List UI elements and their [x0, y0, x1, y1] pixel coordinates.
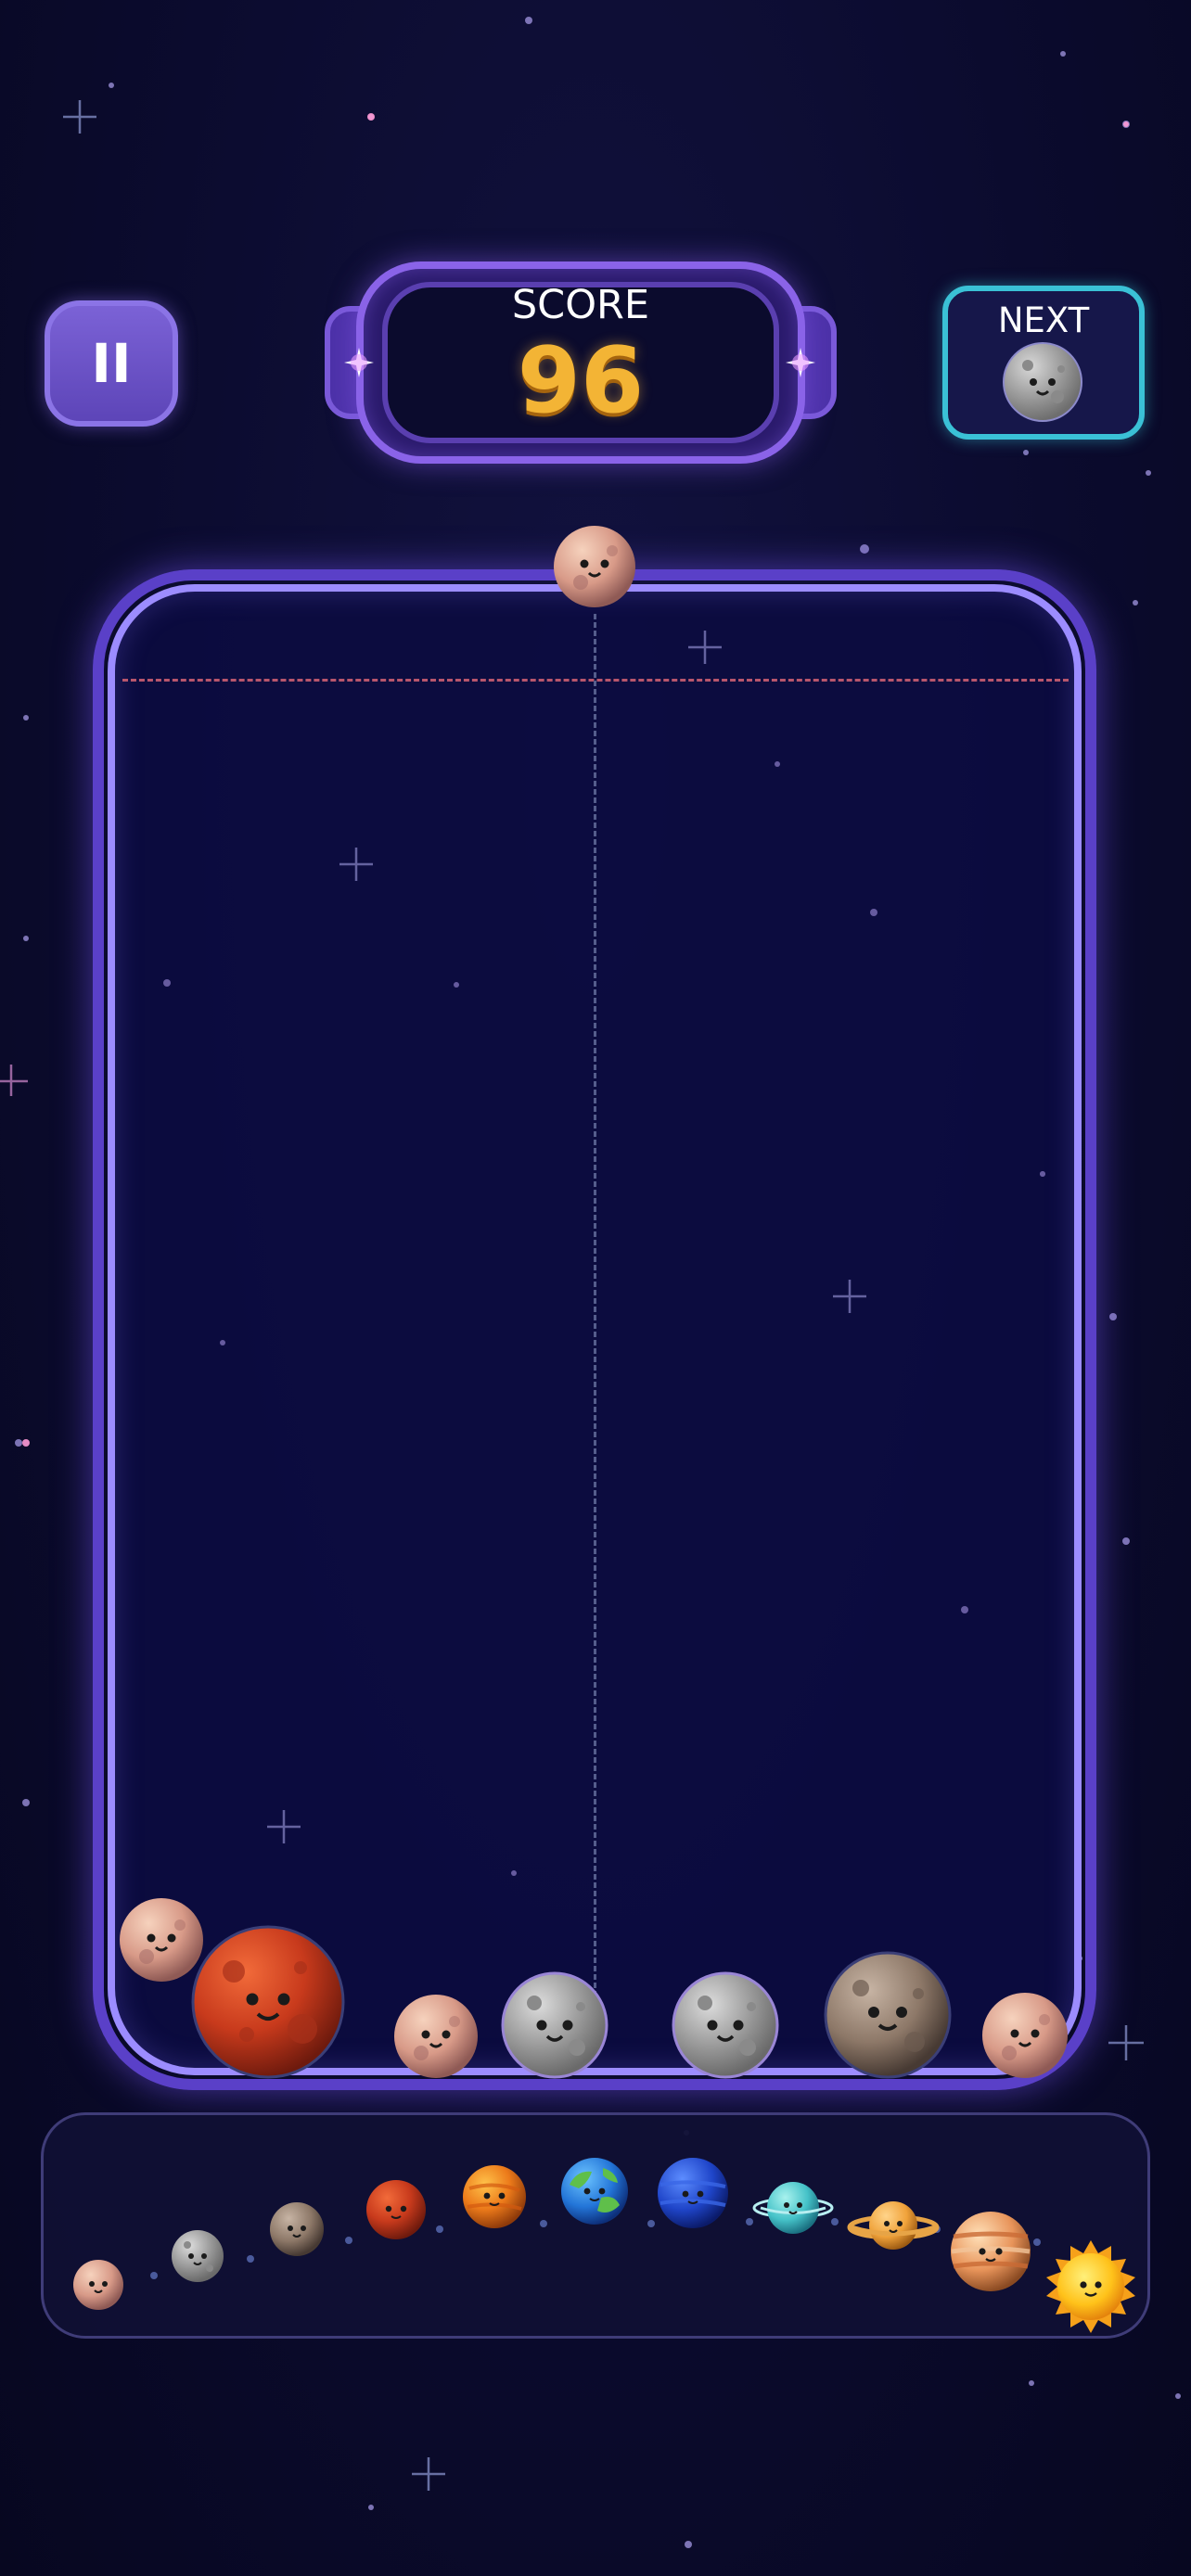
- venus-icon: [463, 2165, 526, 2228]
- stack-mercury-icon: [824, 1951, 952, 2079]
- uranus-icon: [752, 2182, 834, 2234]
- neptune-icon: [658, 2158, 728, 2228]
- saturn-icon: [847, 2201, 940, 2250]
- dropper-pluto-icon[interactable]: [553, 525, 636, 608]
- jupiter-icon: [951, 2212, 1031, 2291]
- pluto-icon: [73, 2260, 123, 2310]
- stack-moon-icon: [501, 1971, 608, 2079]
- stack-pluto-icon: [394, 1995, 478, 2078]
- stack-mars-icon: [191, 1925, 345, 2079]
- moon-icon: [172, 2230, 224, 2282]
- mercury-icon: [270, 2202, 324, 2256]
- stack-pluto-icon: [982, 1993, 1068, 2078]
- stack-moon-icon: [672, 1971, 779, 2079]
- sun-icon: [1046, 2240, 1135, 2333]
- mars-icon: [366, 2180, 426, 2239]
- earth-icon: [561, 2158, 628, 2225]
